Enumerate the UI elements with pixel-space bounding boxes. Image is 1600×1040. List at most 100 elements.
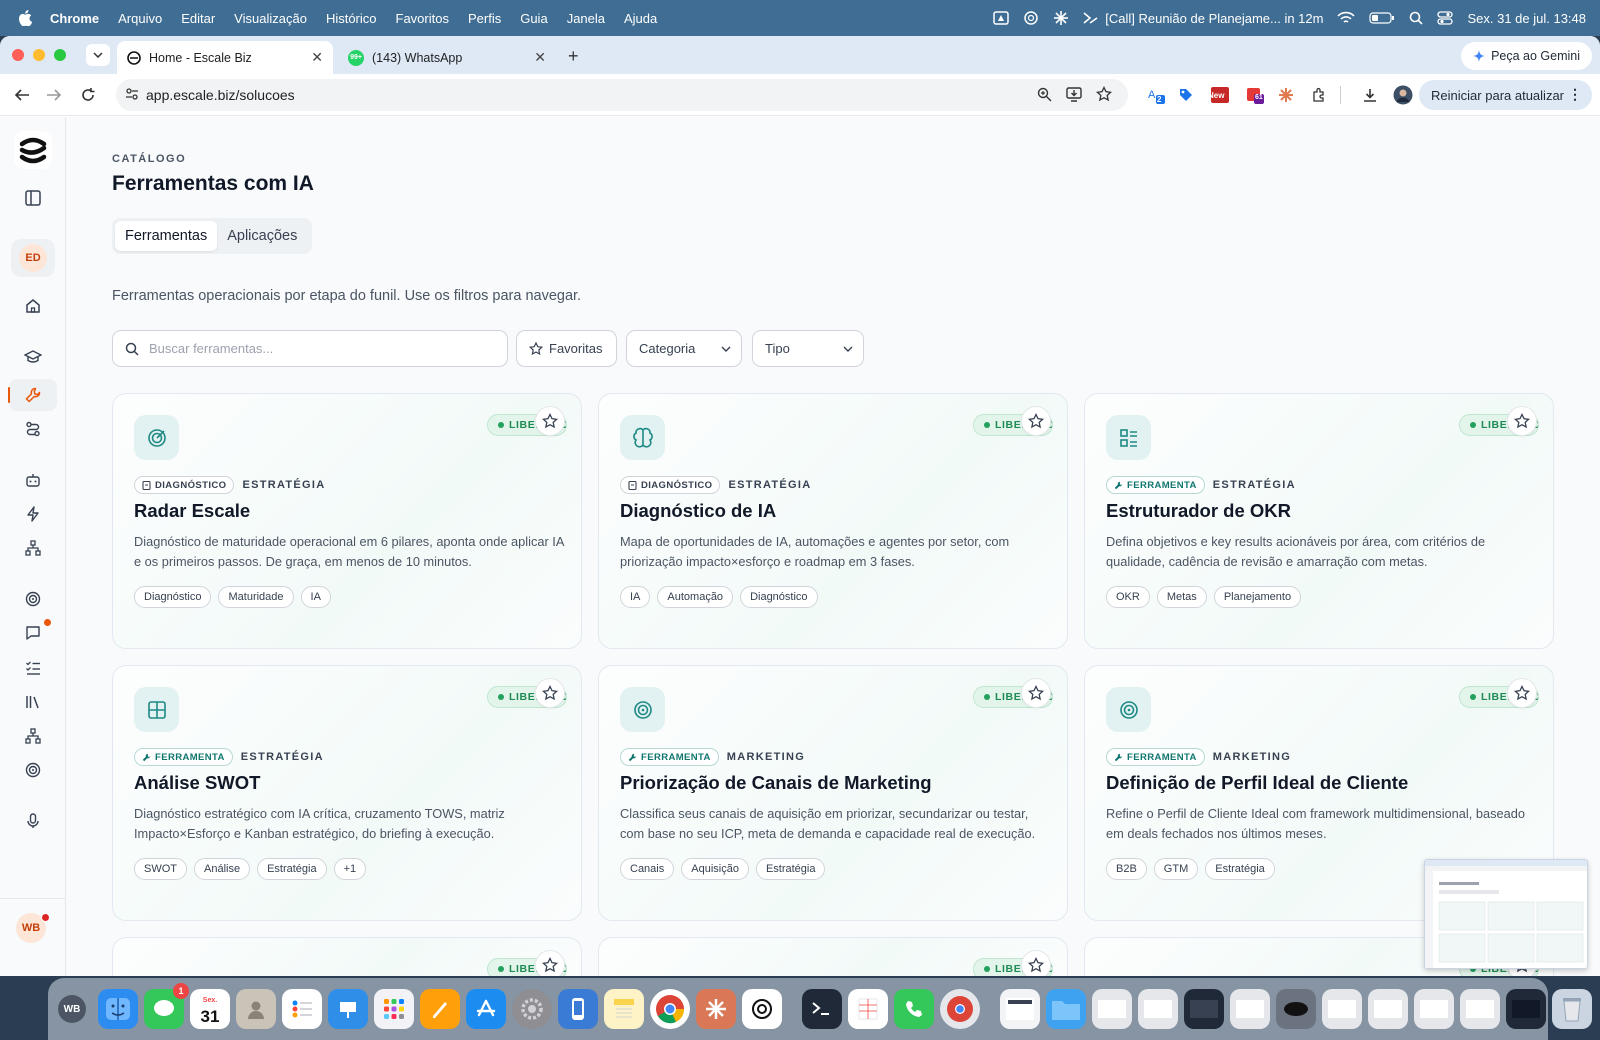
- tool-card[interactable]: LIBERADO FERRAMENTA ESTRATÉGIA Estrutura…: [1084, 393, 1554, 649]
- escale-logo-icon[interactable]: [13, 130, 53, 170]
- favorite-star-icon[interactable]: [1021, 678, 1051, 708]
- sidebar-toggle-icon[interactable]: [21, 186, 45, 210]
- menu-janela[interactable]: Janela: [567, 11, 605, 26]
- control-center-icon[interactable]: [1437, 11, 1454, 25]
- menubar-clock[interactable]: Sex. 31 de jul. 13:48: [1467, 11, 1586, 26]
- forward-arrow-icon[interactable]: [44, 85, 64, 105]
- zoom-window-button[interactable]: [54, 49, 66, 61]
- meeting-icon[interactable]: [1083, 11, 1099, 25]
- menu-app-name[interactable]: Chrome: [50, 11, 99, 26]
- home-icon[interactable]: [21, 294, 45, 318]
- category-select[interactable]: Categoria: [626, 330, 742, 367]
- favorite-star-icon[interactable]: [1507, 678, 1537, 708]
- address-bar[interactable]: app.escale.biz/solucoes: [116, 79, 1128, 111]
- window-thumbnail[interactable]: [1368, 989, 1408, 1029]
- system-settings-icon[interactable]: [512, 989, 552, 1029]
- user-avatar-dock[interactable]: WB: [58, 995, 86, 1023]
- claude-status-icon[interactable]: [1053, 10, 1069, 26]
- menu-ajuda[interactable]: Ajuda: [624, 11, 657, 26]
- gemini-button[interactable]: Peça ao Gemini: [1461, 42, 1592, 70]
- window-thumbnail[interactable]: [1092, 989, 1132, 1029]
- tool-card[interactable]: LIBERADO DIAGNÓSTICO ESTRATÉGIA Radar Es…: [112, 393, 582, 649]
- app-store-icon[interactable]: [466, 989, 506, 1029]
- window-thumbnail[interactable]: [1138, 989, 1178, 1029]
- notes-icon[interactable]: [604, 989, 644, 1029]
- chat-icon[interactable]: [21, 621, 45, 645]
- contacts-icon[interactable]: [236, 989, 276, 1029]
- library-icon[interactable]: [21, 690, 45, 714]
- trash-icon[interactable]: [1552, 989, 1592, 1029]
- folder-icon[interactable]: [1046, 989, 1086, 1029]
- tab-whatsapp[interactable]: 99+ (143) WhatsApp ✕: [338, 41, 556, 74]
- microphone-icon[interactable]: [21, 809, 45, 833]
- menu-guia[interactable]: Guia: [520, 11, 547, 26]
- tag-more-chip[interactable]: +1: [333, 858, 367, 880]
- org-chart-icon[interactable]: [21, 536, 45, 560]
- favorite-star-icon[interactable]: [1507, 406, 1537, 436]
- keynote-icon[interactable]: [328, 989, 368, 1029]
- window-thumbnail[interactable]: [1460, 989, 1500, 1029]
- launchpad-icon[interactable]: [374, 989, 414, 1029]
- spotlight-search-icon[interactable]: [1409, 11, 1424, 25]
- restart-to-update-button[interactable]: Reiniciar para atualizar ⋮: [1419, 80, 1592, 110]
- extension-new-icon[interactable]: New: [1207, 85, 1233, 105]
- chrome-icon[interactable]: [650, 989, 690, 1029]
- tool-card[interactable]: LIBERADO FERRAMENTA ESTRATÉGIA Análise S…: [112, 665, 582, 921]
- favorite-star-icon[interactable]: [535, 950, 565, 976]
- chrome-profile-icon[interactable]: [940, 989, 980, 1029]
- finder-icon[interactable]: [98, 989, 138, 1029]
- search-input[interactable]: Buscar ferramentas...: [112, 330, 508, 367]
- new-tab-button[interactable]: +: [568, 46, 579, 67]
- window-thumbnail[interactable]: [1276, 989, 1316, 1029]
- tool-card-partial[interactable]: LIBERADO: [112, 937, 582, 976]
- workspace-switcher[interactable]: ED: [11, 239, 55, 277]
- extension-tag-icon[interactable]: [1176, 85, 1196, 105]
- wrench-icon[interactable]: [21, 383, 45, 407]
- install-app-icon[interactable]: [1066, 87, 1082, 102]
- facetime-phone-icon[interactable]: [894, 989, 934, 1029]
- tool-card[interactable]: LIBERADO DIAGNÓSTICO ESTRATÉGIA Diagnóst…: [598, 393, 1068, 649]
- checklist-icon[interactable]: [21, 656, 45, 680]
- close-tab-icon[interactable]: ✕: [534, 49, 546, 66]
- claude-app-icon[interactable]: [696, 989, 736, 1029]
- menu-visualizacao[interactable]: Visualização: [234, 11, 307, 26]
- reload-icon[interactable]: [78, 85, 98, 105]
- window-thumbnail[interactable]: [1414, 989, 1454, 1029]
- extension-calendar-icon[interactable]: 61: [1245, 85, 1265, 105]
- bookmark-star-icon[interactable]: [1096, 86, 1112, 102]
- menu-perfis[interactable]: Perfis: [468, 11, 501, 26]
- window-thumbnail[interactable]: [1230, 989, 1270, 1029]
- type-select[interactable]: Tipo: [752, 330, 864, 367]
- zoom-icon[interactable]: [1037, 87, 1052, 102]
- tab-ferramentas[interactable]: Ferramentas: [115, 221, 218, 251]
- lightning-icon[interactable]: [21, 502, 45, 526]
- screenshot-thumbnail[interactable]: [1424, 859, 1588, 969]
- extension-translate-icon[interactable]: A2: [1146, 85, 1166, 105]
- numbers-doc-icon[interactable]: [848, 989, 888, 1029]
- hierarchy-icon[interactable]: [21, 724, 45, 748]
- tool-card-partial[interactable]: LIBERADO: [598, 937, 1068, 976]
- extensions-puzzle-icon[interactable]: [1309, 85, 1329, 105]
- back-arrow-icon[interactable]: [12, 85, 32, 105]
- menu-historico[interactable]: Histórico: [326, 11, 377, 26]
- battery-icon[interactable]: [1369, 12, 1395, 24]
- favorite-star-icon[interactable]: [1021, 406, 1051, 436]
- openai-status-icon[interactable]: [1023, 10, 1039, 26]
- wifi-icon[interactable]: [1337, 11, 1356, 25]
- tab-search-button[interactable]: [86, 44, 110, 66]
- favorite-star-icon[interactable]: [535, 406, 565, 436]
- terminal-icon[interactable]: [802, 989, 842, 1029]
- tab-aplicacoes[interactable]: Aplicações: [217, 221, 307, 251]
- close-window-button[interactable]: [12, 49, 24, 61]
- tool-card[interactable]: LIBERADO FERRAMENTA MARKETING Priorizaçã…: [598, 665, 1068, 921]
- profile-avatar[interactable]: [1393, 85, 1413, 105]
- window-thumbnail[interactable]: [1322, 989, 1362, 1029]
- reminders-icon[interactable]: [282, 989, 322, 1029]
- claude-extension-icon[interactable]: [1276, 85, 1296, 105]
- window-thumbnail[interactable]: [1506, 989, 1546, 1029]
- chatgpt-app-icon[interactable]: [742, 989, 782, 1029]
- graduation-cap-icon[interactable]: [21, 345, 45, 369]
- messages-icon[interactable]: 1: [144, 983, 189, 1029]
- route-icon[interactable]: [21, 417, 45, 441]
- minimize-window-button[interactable]: [33, 49, 45, 61]
